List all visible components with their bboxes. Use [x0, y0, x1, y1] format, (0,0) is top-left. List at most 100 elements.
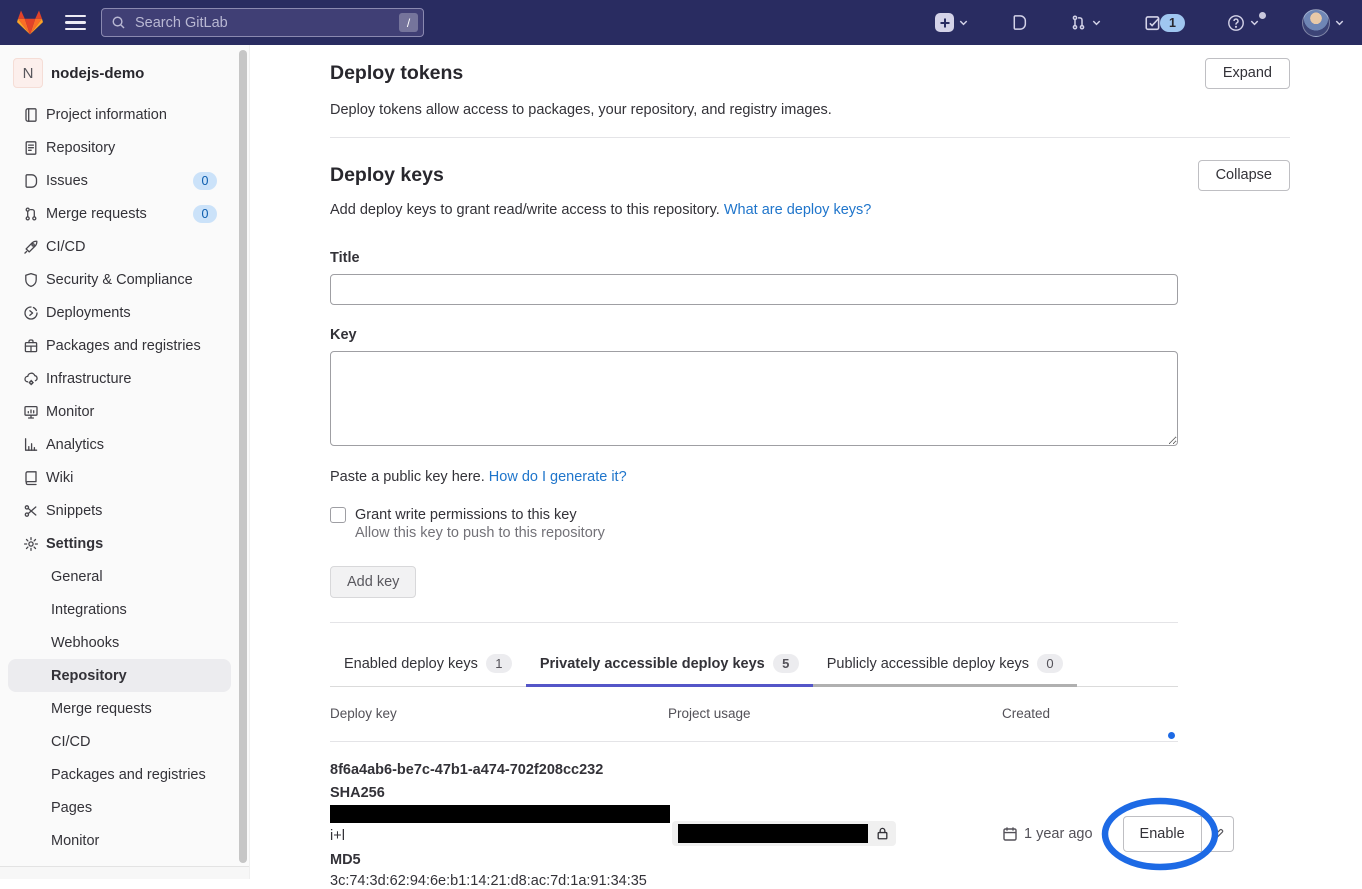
fingerprint-fragment: i+l	[330, 828, 668, 844]
deploy-key-title-input[interactable]	[330, 274, 1178, 305]
sha256-label: SHA256	[330, 785, 668, 801]
sidebar-item-label: CI/CD	[44, 239, 85, 255]
sidebar-item-repository[interactable]: Repository	[0, 131, 249, 164]
sidebar-subitem-integrations[interactable]: Integrations	[8, 593, 231, 626]
calendar-icon	[1002, 826, 1018, 842]
md5-label: MD5	[330, 852, 668, 868]
sidebar-subitem-label: CI/CD	[51, 734, 90, 750]
count-badge: 0	[193, 205, 217, 223]
row-actions: Enable	[1123, 816, 1234, 852]
deploy-tokens-title: Deploy tokens	[330, 62, 463, 85]
sidebar-item-snippets[interactable]: Snippets	[0, 494, 249, 527]
sidebar-subitem-pages[interactable]: Pages	[8, 791, 231, 824]
sidebar-item-label: Deployments	[44, 305, 131, 321]
search-input[interactable]	[133, 14, 392, 32]
search-shortcut-key: /	[399, 13, 418, 32]
project-header[interactable]: N nodejs-demo	[0, 45, 249, 98]
count-badge: 0	[193, 172, 217, 190]
help-icon	[1227, 14, 1245, 32]
sidebar-item-label: Wiki	[44, 470, 73, 486]
settings-icon	[23, 535, 40, 552]
how-generate-link[interactable]: How do I generate it?	[489, 469, 627, 485]
chevron-down-icon	[958, 17, 969, 28]
sidebar-scrollbar[interactable]	[239, 50, 247, 863]
key-label: Key	[330, 327, 1290, 343]
merge-requests-icon	[23, 205, 40, 222]
column-header-deploy-key: Deploy key	[330, 706, 668, 721]
issues-shortcut-button[interactable]	[1008, 14, 1031, 31]
sidebar-item-label: Monitor	[44, 404, 94, 420]
tab-label: Privately accessible deploy keys	[540, 656, 765, 672]
user-avatar	[1302, 9, 1330, 37]
search-icon	[111, 15, 126, 30]
enable-button[interactable]: Enable	[1123, 816, 1202, 852]
new-menu-button[interactable]	[932, 13, 972, 32]
sidebar-item-deployments[interactable]: Deployments	[0, 296, 249, 329]
sidebar-subitem-monitor[interactable]: Monitor	[8, 824, 231, 857]
security-icon	[23, 271, 40, 288]
annotation-dot	[1168, 732, 1175, 739]
sidebar-item-analytics[interactable]: Analytics	[0, 428, 249, 461]
todos-button[interactable]: 1	[1141, 14, 1188, 32]
sidebar-subitem-repository[interactable]: Repository	[8, 659, 231, 692]
deploy-tokens-section: Deploy tokens Expand Deploy tokens allow…	[330, 57, 1290, 118]
write-permission-label: Grant write permissions to this key	[355, 507, 577, 523]
sidebar-subitem-label: Merge requests	[51, 701, 152, 717]
packages-icon	[23, 337, 40, 354]
sidebar-item-settings[interactable]: Settings	[0, 527, 249, 560]
project-avatar: N	[13, 58, 43, 88]
deploy-key-cell: 8f6a4ab6-be7c-47b1-a474-702f208cc232 SHA…	[330, 762, 668, 889]
sidebar-item-monitor[interactable]: Monitor	[0, 395, 249, 428]
navbar-right: 1	[932, 0, 1348, 45]
tab-enabled-deploy-keys[interactable]: Enabled deploy keys1	[330, 623, 526, 686]
sidebar-item-label: Analytics	[44, 437, 104, 453]
tab-count-badge: 5	[773, 654, 799, 673]
what-are-deploy-keys-link[interactable]: What are deploy keys?	[724, 202, 872, 218]
sidebar-item-packages-and-registries[interactable]: Packages and registries	[0, 329, 249, 362]
tab-privately-accessible-deploy-keys[interactable]: Privately accessible deploy keys 5	[526, 623, 813, 686]
gitlab-logo-icon[interactable]	[16, 9, 44, 36]
help-menu-button[interactable]	[1224, 14, 1263, 32]
collapse-button[interactable]: Collapse	[1198, 160, 1290, 191]
issues-icon	[1011, 14, 1028, 31]
write-permission-checkbox[interactable]	[330, 507, 346, 523]
project-sidebar: N nodejs-demo Project information Reposit…	[0, 45, 250, 879]
snippets-icon	[23, 502, 40, 519]
sidebar-subitem-ci-cd[interactable]: CI/CD	[8, 725, 231, 758]
write-permission-help: Allow this key to push to this repositor…	[330, 525, 1290, 541]
sidebar-subitem-label: Integrations	[51, 602, 127, 618]
user-menu-button[interactable]	[1299, 9, 1348, 37]
sidebar-item-wiki[interactable]: Wiki	[0, 461, 249, 494]
tab-label: Publicly accessible deploy keys	[827, 656, 1029, 672]
sidebar-subitem-label: Webhooks	[51, 635, 119, 651]
sidebar-subitem-merge-requests[interactable]: Merge requests	[8, 692, 231, 725]
issues-icon	[23, 172, 40, 189]
sidebar-subitem-webhooks[interactable]: Webhooks	[8, 626, 231, 659]
tab-publicly-accessible-deploy-keys[interactable]: Publicly accessible deploy keys0	[813, 623, 1077, 686]
sidebar-item-issues[interactable]: Issues0	[0, 164, 249, 197]
add-key-button[interactable]: Add key	[330, 566, 416, 598]
project-usage-cell	[668, 821, 1002, 847]
sidebar-item-ci-cd[interactable]: CI/CD	[0, 230, 249, 263]
sidebar-subitem-label: Pages	[51, 800, 92, 816]
expand-button[interactable]: Expand	[1205, 58, 1290, 89]
sidebar-item-infrastructure[interactable]: Infrastructure	[0, 362, 249, 395]
sidebar-item-security-compliance[interactable]: Security & Compliance	[0, 263, 249, 296]
sidebar-item-label: Snippets	[44, 503, 102, 519]
sidebar-subitem-general[interactable]: General	[8, 560, 231, 593]
sidebar-subitem-packages-and-registries[interactable]: Packages and registries	[8, 758, 231, 791]
deploy-key-input[interactable]	[330, 351, 1178, 446]
plus-icon	[935, 13, 954, 32]
sidebar-item-project-information[interactable]: Project information	[0, 98, 249, 131]
hamburger-menu-icon[interactable]	[65, 15, 86, 30]
sidebar-subitem-label: Repository	[51, 668, 127, 684]
sidebar-subitem-label: Monitor	[51, 833, 99, 849]
chevron-down-icon	[1334, 17, 1345, 28]
edit-key-button[interactable]	[1202, 816, 1234, 852]
global-search[interactable]: /	[101, 8, 424, 37]
sidebar-item-merge-requests[interactable]: Merge requests 0	[0, 197, 249, 230]
merge-requests-menu-button[interactable]	[1067, 14, 1105, 31]
sidebar-item-label: Repository	[44, 140, 115, 156]
project-usage-badge[interactable]	[672, 821, 896, 846]
sidebar-item-label: Merge requests	[44, 206, 147, 222]
